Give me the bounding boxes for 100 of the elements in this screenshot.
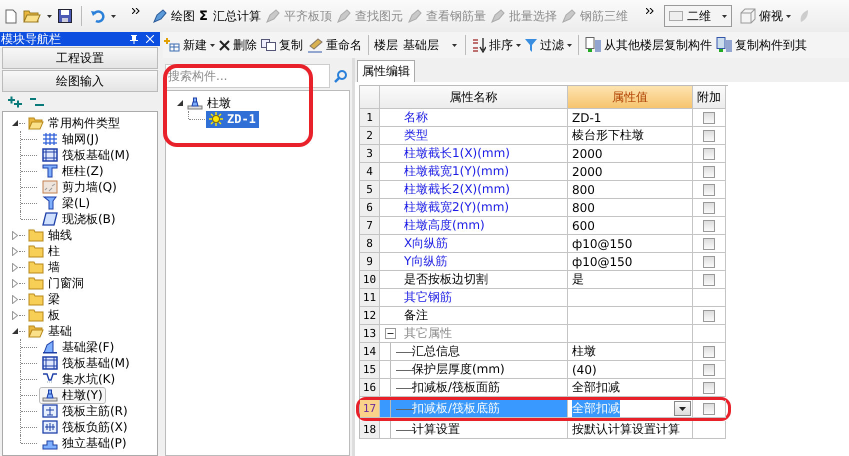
overflow-chevron-icon[interactable] [646,8,654,14]
collapse-icon[interactable] [385,328,396,339]
checkbox[interactable] [703,238,715,250]
property-row[interactable]: 18 计算设置 按默认计算设置计算 [360,421,728,439]
rename-button[interactable]: 重命名 [306,36,363,54]
close-icon[interactable] [146,35,154,43]
tree-item[interactable]: 筏板主筋(R) [39,402,131,420]
checkbox[interactable] [703,402,715,414]
property-row[interactable]: 5 柱墩截长2(X)(mm) 800 [360,181,728,199]
caret-icon[interactable] [111,14,116,18]
property-row[interactable]: 11 其它钢筋 [360,289,728,307]
checkbox[interactable] [703,184,715,196]
tree-item[interactable]: 常用构件类型 [25,114,123,132]
property-row[interactable]: 14 汇总信息 柱墩 [360,343,728,361]
tree-item[interactable]: 柱墩 [184,94,234,112]
new-file-icon[interactable] [5,8,17,24]
collapse-all-icon[interactable] [30,98,44,106]
copy-to-floor-button[interactable]: 复制构件到其 [715,36,808,54]
toolbar-button[interactable]: Σ 汇总计算 [197,8,263,24]
column-icon [42,164,58,178]
tree-item[interactable]: ZD-1 [206,110,259,128]
filter-button[interactable]: 过滤 [524,36,573,54]
checkbox[interactable] [703,310,715,322]
tree-item[interactable]: 剪力墙(Q) [39,178,120,196]
property-row[interactable]: 6 柱墩截宽2(Y)(mm) 800 [360,199,728,217]
expand-all-icon[interactable] [8,96,22,108]
toolbar-button[interactable]: 绘图 [150,8,197,24]
new-button[interactable]: 新建 [163,36,216,54]
leaf-icon[interactable] [798,9,809,23]
copy-button[interactable]: 复制 [260,36,304,54]
tree-item[interactable]: 柱墩(Y) [39,386,106,404]
tree-item[interactable]: 轴线 [25,226,75,244]
tree-item[interactable]: 梁(L) [39,194,94,212]
checkbox[interactable] [703,346,715,358]
property-name: 名称 [404,109,428,126]
sort-button[interactable]: 排序 [471,36,522,54]
raft-icon [42,356,58,370]
tree-item[interactable]: 框柱(Z) [39,162,107,180]
checkbox[interactable] [703,112,715,124]
copy-from-floor-button[interactable]: 从其他楼层复制构件 [584,36,713,54]
tree-item[interactable]: 现浇板(B) [39,210,119,228]
property-row[interactable]: 3 柱墩截长1(X)(mm) 2000 [360,145,728,163]
delete-icon [219,40,230,50]
property-value: 800 [572,200,595,214]
overflow-chevron-icon[interactable] [132,8,140,14]
property-row[interactable]: 12 备注 [360,307,728,325]
panel-title: 模块导航栏 [0,32,62,46]
property-row[interactable]: 15 保护层厚度(mm) (40) [360,361,728,379]
pencil-icon [264,8,281,24]
checkbox[interactable] [703,382,715,394]
open-folder-icon[interactable] [23,9,41,23]
pier-icon [42,388,58,402]
tree-item[interactable]: 筏板基础(M) [39,146,133,164]
delete-button[interactable]: 删除 [218,36,258,54]
checkbox[interactable] [703,220,715,232]
property-row[interactable]: 7 柱墩高度(mm) 600 [360,217,728,235]
tree-item[interactable]: 基础梁(F) [39,338,118,356]
undo-icon[interactable] [91,9,105,23]
floor-select[interactable]: 基础层 [400,36,460,54]
dropdown-button[interactable] [674,401,691,416]
checkbox[interactable] [703,364,715,376]
tree-item[interactable]: 墙 [25,258,63,276]
save-icon[interactable] [58,9,72,23]
tree-item[interactable]: 轴网(J) [39,130,102,148]
property-row[interactable]: 1 名称 ZD-1 [360,109,728,127]
property-row[interactable]: 8 X向纵筋 ф10@150 [360,235,728,253]
property-row[interactable]: 13 其它属性 [360,325,728,343]
checkbox[interactable] [703,256,715,268]
property-row[interactable]: 16 扣减板/筏板面筋 全部扣减 [360,379,728,397]
nav-button[interactable]: 工程设置 [2,47,158,69]
pencil-icon [152,8,168,24]
checkbox[interactable] [703,148,715,160]
property-row[interactable]: 10 是否按板边切割 是 [360,271,728,289]
tree-item[interactable]: 柱 [25,242,63,260]
checkbox[interactable] [703,166,715,178]
row-number: 9 [360,253,380,271]
checkbox[interactable] [703,274,715,286]
view-select[interactable]: 二维 [664,5,732,27]
view-button[interactable]: 俯视 [738,8,793,24]
property-value: (40) [572,362,597,376]
caret-icon[interactable] [47,14,52,18]
tree-item[interactable]: 门窗洞 [25,274,87,292]
property-name: X向纵筋 [404,235,448,252]
folder-icon [28,324,44,338]
nav-button[interactable]: 绘图输入 [2,70,158,92]
beam-icon [42,196,58,210]
tab[interactable]: 属性编辑 [357,60,415,82]
tree-item[interactable]: 筏板基础(M) [39,354,133,372]
tree-item[interactable]: 独立基础(P) [39,434,130,452]
property-row[interactable]: 9 Y向纵筋 ф10@150 [360,253,728,271]
tree-item[interactable]: 筏板负筋(X) [39,418,131,436]
property-row[interactable]: 4 柱墩截宽1(Y)(mm) 2000 [360,163,728,181]
checkbox[interactable] [703,130,715,142]
pin-icon[interactable] [130,34,138,44]
tree-item[interactable]: 基础 [25,322,75,340]
tree-item[interactable]: 梁 [25,290,63,308]
tree-item[interactable]: 集水坑(K) [39,370,118,388]
tree-item[interactable]: 板 [25,306,63,324]
property-row[interactable]: 2 类型 棱台形下柱墩 [360,127,728,145]
checkbox[interactable] [703,202,715,214]
